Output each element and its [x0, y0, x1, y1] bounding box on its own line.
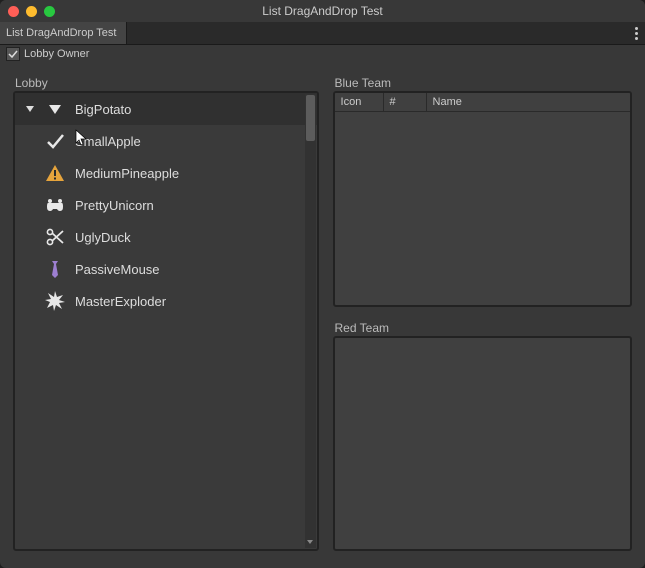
window-titlebar: List DragAndDrop Test [0, 0, 645, 22]
lobby-item[interactable]: BigPotato [15, 93, 317, 125]
necktie-icon [45, 259, 65, 279]
team-header-name[interactable]: Name [427, 93, 630, 111]
lobby-item[interactable]: MediumPineapple [15, 157, 317, 189]
expand-caret-icon [25, 104, 35, 114]
window-title: List DragAndDrop Test [0, 4, 645, 18]
lobby-item[interactable]: SmallApple [15, 125, 317, 157]
red-team-panel[interactable] [333, 336, 632, 552]
tab-list-dragndrop[interactable]: List DragAndDrop Test [0, 22, 127, 44]
warning-icon [45, 163, 65, 183]
team-table-header: Icon # Name [335, 93, 630, 112]
tab-options-menu-button[interactable] [627, 27, 645, 40]
gamepad-icon [45, 195, 65, 215]
lobby-item[interactable]: PrettyUnicorn [15, 189, 317, 221]
lobby-item-label: SmallApple [75, 134, 141, 149]
scissors-icon [45, 227, 65, 247]
scrollbar-down-button[interactable] [306, 537, 315, 547]
blue-team-panel[interactable]: Icon # Name [333, 91, 632, 307]
lobby-panel: BigPotato SmallApple MediumPineapple Pretty… [13, 91, 319, 551]
lobby-item-label: UglyDuck [75, 230, 131, 245]
checkmark-icon [45, 131, 65, 151]
explosion-icon [45, 291, 65, 311]
scrollbar-thumb[interactable] [306, 95, 315, 141]
lobby-item[interactable]: PassiveMouse [15, 253, 317, 285]
window-zoom-button[interactable] [44, 6, 55, 17]
team-header-num[interactable]: # [384, 93, 427, 111]
lobby-item-label: MasterExploder [75, 294, 166, 309]
lobby-owner-checkbox[interactable] [6, 47, 20, 61]
lobby-panel-label: Lobby [13, 76, 319, 90]
lobby-item-label: MediumPineapple [75, 166, 179, 181]
lobby-item[interactable]: MasterExploder [15, 285, 317, 317]
lobby-item-label: PassiveMouse [75, 262, 160, 277]
team-header-icon[interactable]: Icon [335, 93, 384, 111]
triangle-down-icon [45, 99, 65, 119]
blue-team-panel-label: Blue Team [333, 76, 632, 90]
red-team-panel-label: Red Team [333, 321, 632, 335]
lobby-owner-label: Lobby Owner [24, 48, 89, 60]
tab-label: List DragAndDrop Test [6, 27, 116, 39]
window-close-button[interactable] [8, 6, 19, 17]
window-minimize-button[interactable] [26, 6, 37, 17]
scrollbar[interactable] [305, 94, 316, 548]
lobby-item[interactable]: UglyDuck [15, 221, 317, 253]
lobby-item-label: BigPotato [75, 102, 131, 117]
lobby-item-label: PrettyUnicorn [75, 198, 154, 213]
